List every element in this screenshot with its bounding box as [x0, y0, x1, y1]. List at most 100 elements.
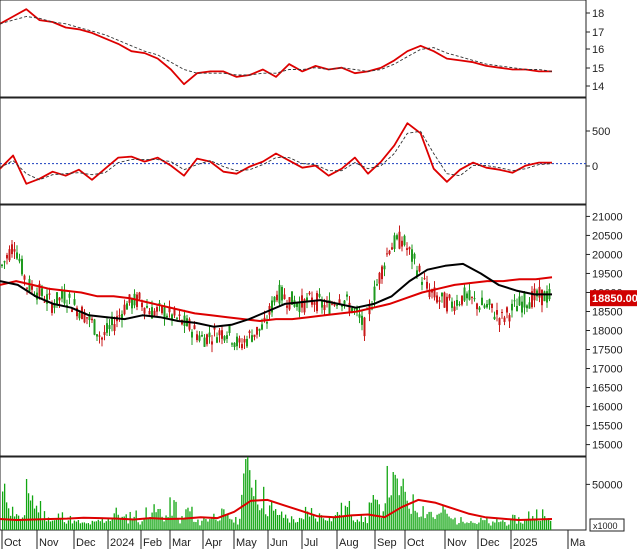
- volume-bar: [324, 520, 327, 530]
- volume-bar: [342, 516, 345, 530]
- price-candle-body: [258, 328, 261, 331]
- price-candle-body: [511, 303, 513, 311]
- volume-bar: [496, 519, 498, 530]
- volume-bar: [173, 500, 175, 530]
- price-candle-body: [418, 265, 421, 272]
- x-tick-label: Apr: [205, 537, 222, 549]
- volume-bar: [452, 519, 454, 530]
- volume-bar: [169, 497, 171, 530]
- volume-bar: [53, 520, 56, 530]
- volume-bar: [306, 511, 309, 530]
- volume-bar: [440, 512, 442, 530]
- volume-bar: [290, 516, 293, 530]
- volume-bar: [83, 522, 86, 530]
- volume-bar: [241, 494, 243, 530]
- price-candle-body: [8, 249, 11, 261]
- price-candle-body: [233, 342, 236, 347]
- volume-bar: [137, 522, 139, 530]
- volume-bar: [31, 495, 34, 530]
- volume-bar: [113, 513, 115, 530]
- volume-bar: [460, 517, 462, 530]
- volume-bar: [227, 514, 229, 530]
- volume-bar: [328, 516, 331, 530]
- volume-bar: [398, 495, 400, 530]
- price-candle-body: [523, 292, 526, 308]
- price-candle-body: [103, 331, 106, 336]
- volume-bar: [263, 486, 265, 530]
- price-candle-body: [283, 294, 286, 300]
- price-tick-label: 20000: [592, 249, 623, 261]
- price-candle-body: [543, 291, 546, 302]
- volume-bar: [522, 523, 524, 530]
- volume-bar: [396, 478, 398, 530]
- price-candle-body: [408, 247, 411, 250]
- price-candle-body: [481, 297, 483, 306]
- volume-bar: [193, 521, 195, 530]
- volume-bar: [524, 519, 526, 530]
- volume-bar: [408, 508, 410, 530]
- volume-bar: [195, 522, 197, 530]
- price-candle-body: [286, 305, 288, 308]
- volume-bar: [326, 520, 329, 530]
- price-candle-body: [261, 324, 263, 330]
- volume-bar: [444, 509, 446, 530]
- price-candle-body: [13, 249, 16, 252]
- volume-bar: [506, 525, 508, 530]
- price-candle-body: [398, 231, 401, 249]
- volume-bar: [312, 514, 315, 530]
- price-candle-body: [463, 287, 466, 301]
- volume-bar: [259, 510, 261, 530]
- volume-bar: [127, 523, 129, 530]
- volume-bar: [386, 465, 388, 530]
- x-tick-label: 2025: [513, 537, 537, 549]
- price-tick-label: 21000: [592, 211, 623, 223]
- price-candle-body: [11, 244, 13, 255]
- volume-bar: [141, 521, 143, 530]
- price-candle-body: [253, 334, 256, 337]
- volume-bar: [207, 521, 209, 530]
- price-candle-body: [381, 266, 383, 280]
- price-tick-label: 18500: [592, 306, 623, 318]
- volume-bar: [273, 510, 275, 530]
- trend-tick-label: 15: [592, 63, 604, 75]
- volume-bar: [526, 519, 528, 530]
- price-candle-body: [238, 338, 241, 343]
- price-candle-body: [226, 335, 228, 339]
- volume-bar: [99, 521, 101, 530]
- price-candle-body: [298, 301, 301, 313]
- volume-bar: [532, 516, 534, 530]
- volume-bar: [364, 517, 366, 530]
- volume-bar: [199, 525, 201, 530]
- price-tick-label: 20500: [592, 230, 623, 242]
- volume-bar: [520, 522, 522, 530]
- price-candle-body: [513, 300, 516, 302]
- volume-bar: [360, 514, 362, 530]
- price-candle-body: [386, 253, 388, 255]
- price-candle-body: [396, 235, 398, 240]
- volume-bar: [550, 520, 552, 530]
- volume-bar: [63, 522, 66, 530]
- price-candle-body: [503, 317, 506, 322]
- volume-bar: [494, 522, 496, 530]
- price-candle-body: [56, 292, 58, 306]
- volume-bar: [416, 512, 418, 530]
- volume-bar: [275, 509, 277, 530]
- x-tick-label: 2024: [110, 537, 134, 549]
- price-candle-body: [498, 318, 501, 326]
- price-candle-body: [413, 253, 416, 259]
- price-candle-body: [466, 293, 468, 299]
- volume-bar: [358, 521, 361, 530]
- volume-bar: [153, 504, 155, 530]
- price-candle-body: [441, 292, 443, 297]
- price-candle-body: [68, 293, 71, 298]
- price-candle-body: [101, 337, 103, 340]
- volume-bar: [251, 487, 253, 530]
- price-candle-body: [178, 314, 181, 316]
- volume-bar: [243, 473, 245, 530]
- volume-bar: [55, 519, 58, 530]
- volume-bar: [382, 511, 384, 530]
- price-candle-body: [106, 323, 108, 333]
- volume-bar: [380, 517, 382, 530]
- volume-bar: [446, 513, 448, 530]
- price-candle-body: [118, 315, 121, 317]
